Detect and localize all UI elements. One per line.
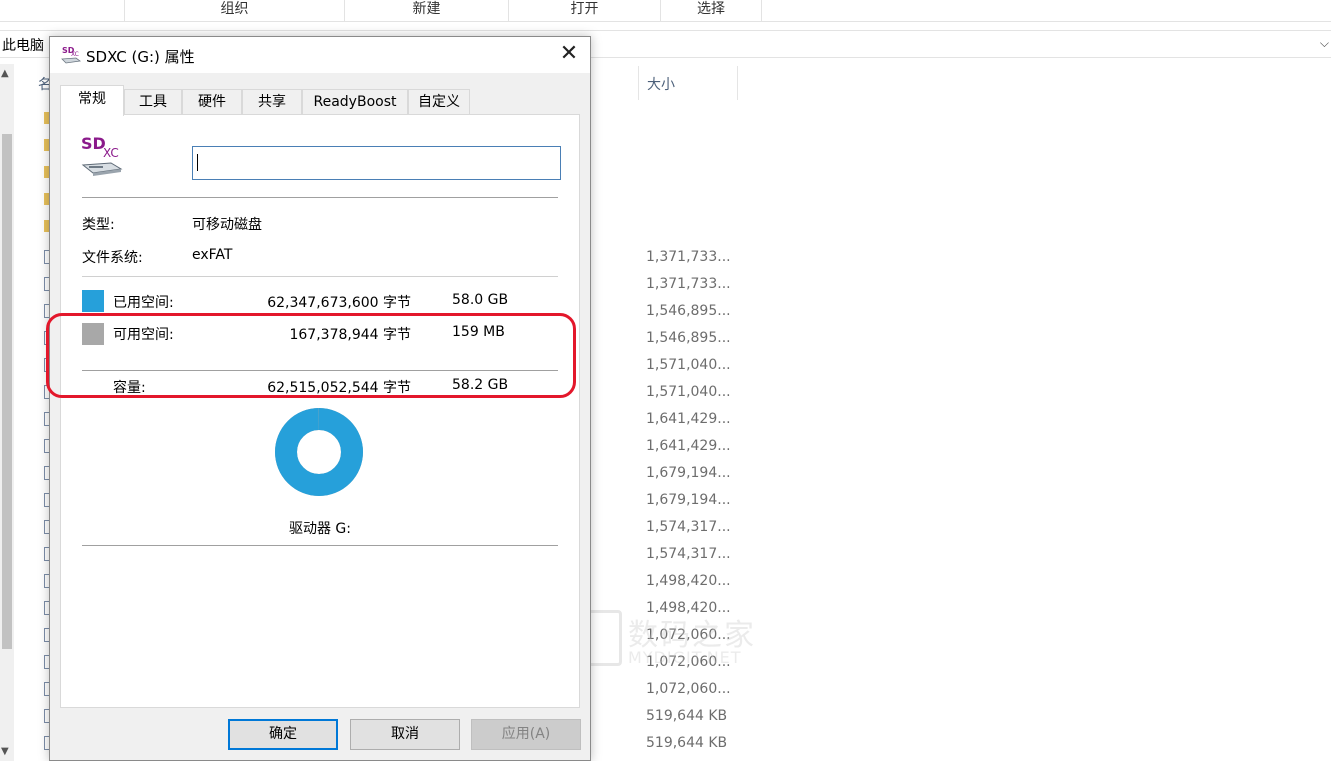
file-size-cell: 1,371,733...: [646, 276, 731, 292]
tab-strip: 常规 工具 硬件 共享 ReadyBoost 自定义: [60, 85, 580, 116]
file-size-column: 1,371,733... 1,371,733... 1,546,895... 1,54…: [646, 244, 746, 757]
chevron-down-icon[interactable]: ⌵: [1320, 36, 1329, 51]
nav-scrollbar[interactable]: ▲ ▼: [0, 64, 14, 761]
file-size-cell: 519,644 KB: [646, 708, 728, 724]
donut-used-segment: [275, 408, 363, 496]
dialog-titlebar[interactable]: SD XC SDXC (G:) 属性 ✕: [50, 37, 590, 73]
divider: [82, 197, 558, 198]
used-space-bytes: 62,347,673,600 字节: [267, 295, 411, 311]
tab-sharing[interactable]: 共享: [242, 89, 302, 115]
file-size-cell: 1,546,895...: [646, 330, 731, 346]
divider: [82, 276, 558, 277]
file-size-cell: 1,641,429...: [646, 411, 731, 427]
ribbon-group-open[interactable]: 打开: [508, 0, 660, 22]
file-size-cell: 1,571,040...: [646, 384, 731, 400]
tab-customize[interactable]: 自定义: [408, 89, 470, 115]
close-button[interactable]: ✕: [554, 40, 584, 70]
file-size-cell: 1,679,194...: [646, 465, 731, 481]
scroll-thumb[interactable]: [2, 134, 12, 649]
file-size-cell: 1,498,420...: [646, 573, 731, 589]
text-caret: [197, 154, 198, 171]
svg-text:XC: XC: [103, 146, 119, 160]
type-value: 可移动磁盘: [192, 217, 262, 233]
ribbon-group-organize[interactable]: 组织: [124, 0, 344, 22]
used-space-swatch: [82, 290, 104, 312]
close-icon: ✕: [559, 41, 579, 66]
watermark-subtext: MYDIGIT.NET: [628, 648, 742, 667]
filesystem-label: 文件系统:: [82, 250, 143, 266]
file-size-cell: 1,679,194...: [646, 492, 731, 508]
ribbon-group-select[interactable]: 选择: [660, 0, 762, 22]
used-space-size: 58.0 GB: [452, 292, 509, 308]
watermark: 数码之家 MYDIGIT.NET: [568, 610, 763, 668]
tab-hardware[interactable]: 硬件: [182, 89, 242, 115]
breadcrumb[interactable]: 此电脑: [2, 35, 44, 55]
scroll-down-icon[interactable]: ▼: [1, 746, 9, 757]
divider: [82, 545, 558, 546]
tab-tools[interactable]: 工具: [124, 89, 182, 115]
explorer-ribbon: 组织 新建 打开 选择: [0, 0, 1331, 22]
file-size-cell: 1,574,317...: [646, 546, 731, 562]
file-size-cell: 1,371,733...: [646, 249, 731, 265]
apply-button[interactable]: 应用(A): [471, 719, 581, 750]
properties-dialog: SD XC SDXC (G:) 属性 ✕ 常规 工具 硬件 共享 ReadyBo…: [46, 36, 591, 761]
ribbon-group-new[interactable]: 新建: [344, 0, 508, 22]
used-space-label: 已用空间:: [113, 295, 174, 311]
scroll-up-icon[interactable]: ▲: [1, 68, 9, 79]
column-header-size[interactable]: 大小: [638, 66, 738, 100]
general-panel: SD XC 类型: 可移动磁盘 文件系统: exFAT 已用空间: 62,347…: [46, 114, 580, 708]
drive-label: 驱动器 G:: [288, 521, 351, 537]
tab-general[interactable]: 常规: [60, 85, 124, 116]
usage-donut-chart: [275, 408, 363, 496]
file-size-cell: 1,574,317...: [646, 519, 731, 535]
annotation-highlight: [46, 313, 576, 398]
drive-icon: SD XC: [81, 134, 123, 176]
file-size-cell: 1,546,895...: [646, 303, 731, 319]
cancel-button[interactable]: 取消: [350, 719, 460, 750]
file-size-cell: 1,641,429...: [646, 438, 731, 454]
type-label: 类型:: [82, 217, 115, 233]
svg-text:XC: XC: [71, 51, 79, 58]
tab-readyboost[interactable]: ReadyBoost: [302, 89, 408, 115]
file-size-cell: 519,644 KB: [646, 735, 728, 751]
file-size-cell: 1,571,040...: [646, 357, 731, 373]
file-size-cell: 1,072,060...: [646, 681, 731, 697]
ok-button[interactable]: 确定: [228, 719, 338, 750]
filesystem-value: exFAT: [192, 247, 233, 263]
volume-name-input[interactable]: [192, 146, 561, 180]
sd-card-icon: SD XC: [61, 46, 82, 64]
dialog-title: SDXC (G:) 属性: [86, 48, 195, 66]
